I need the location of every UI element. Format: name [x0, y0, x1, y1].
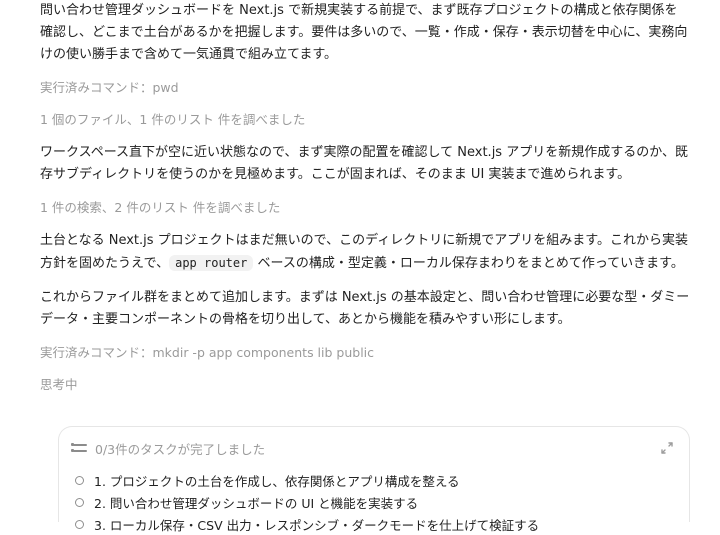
task-panel-header: 0/3件のタスクが完了しました: [71, 437, 675, 459]
task-list: 1. プロジェクトの土台を作成し、依存関係とアプリ構成を整える 2. 問い合わせ…: [73, 469, 675, 535]
empty-circle-icon: [75, 519, 84, 529]
assistant-paragraph-3: 土台となる Next.js プロジェクトはまだ無いので、このディレクトリに新規で…: [40, 230, 690, 275]
task-item: 2. 問い合わせ管理ダッシュボードの UI と機能を実装する: [73, 491, 675, 513]
task-header-left: 0/3件のタスクが完了しました: [71, 439, 266, 458]
list-icon: [71, 441, 87, 455]
inspection-summary-1: 1 個のファイル、1 件のリスト 件を調べました: [40, 112, 306, 127]
executed-command-pwd: 実行済みコマンド：pwd: [40, 80, 179, 95]
inline-code-app-router: app router: [169, 255, 254, 271]
assistant-paragraph-3-after: ベースの構成・型定義・ローカル保存まわりをまとめて作っていきます。: [253, 256, 684, 271]
task-label: 2. 問い合わせ管理ダッシュボードの UI と機能を実装する: [94, 495, 419, 511]
collapse-icon[interactable]: [659, 440, 675, 456]
task-item: 3. ローカル保存・CSV 出力・レスポンシブ・ダークモードを仕上げて検証する: [73, 513, 675, 535]
task-progress-text: 0/3件のタスクが完了しました: [95, 441, 266, 457]
task-progress-panel: 0/3件のタスクが完了しました 1. プロジェクトの土台を作成し、依存関係とアプ…: [58, 426, 690, 533]
empty-circle-icon: [75, 497, 84, 507]
task-label: 3. ローカル保存・CSV 出力・レスポンシブ・ダークモードを仕上げて検証する: [94, 517, 540, 533]
task-label: 1. プロジェクトの土台を作成し、依存関係とアプリ構成を整える: [94, 473, 460, 489]
empty-circle-icon: [75, 475, 84, 485]
assistant-paragraph-2: ワークスペース直下が空に近い状態なので、まず実際の配置を確認して Next.js…: [40, 145, 688, 182]
assistant-paragraph-1: 問い合わせ管理ダッシュボードを Next.js で新規実装する前提で、まず既存プ…: [40, 3, 688, 62]
inspection-summary-2: 1 件の検索、2 件のリスト 件を調べました: [40, 200, 281, 215]
assistant-paragraph-4: これからファイル群をまとめて追加します。まずは Next.js の基本設定と、問…: [40, 290, 690, 327]
task-item: 1. プロジェクトの土台を作成し、依存関係とアプリ構成を整える: [73, 469, 675, 491]
chat-transcript: 問い合わせ管理ダッシュボードを Next.js で新規実装する前提で、まず既存プ…: [40, 0, 690, 395]
executed-command-mkdir: 実行済みコマンド：mkdir -p app components lib pub…: [40, 345, 375, 360]
thinking-status: 思考中: [40, 377, 78, 392]
